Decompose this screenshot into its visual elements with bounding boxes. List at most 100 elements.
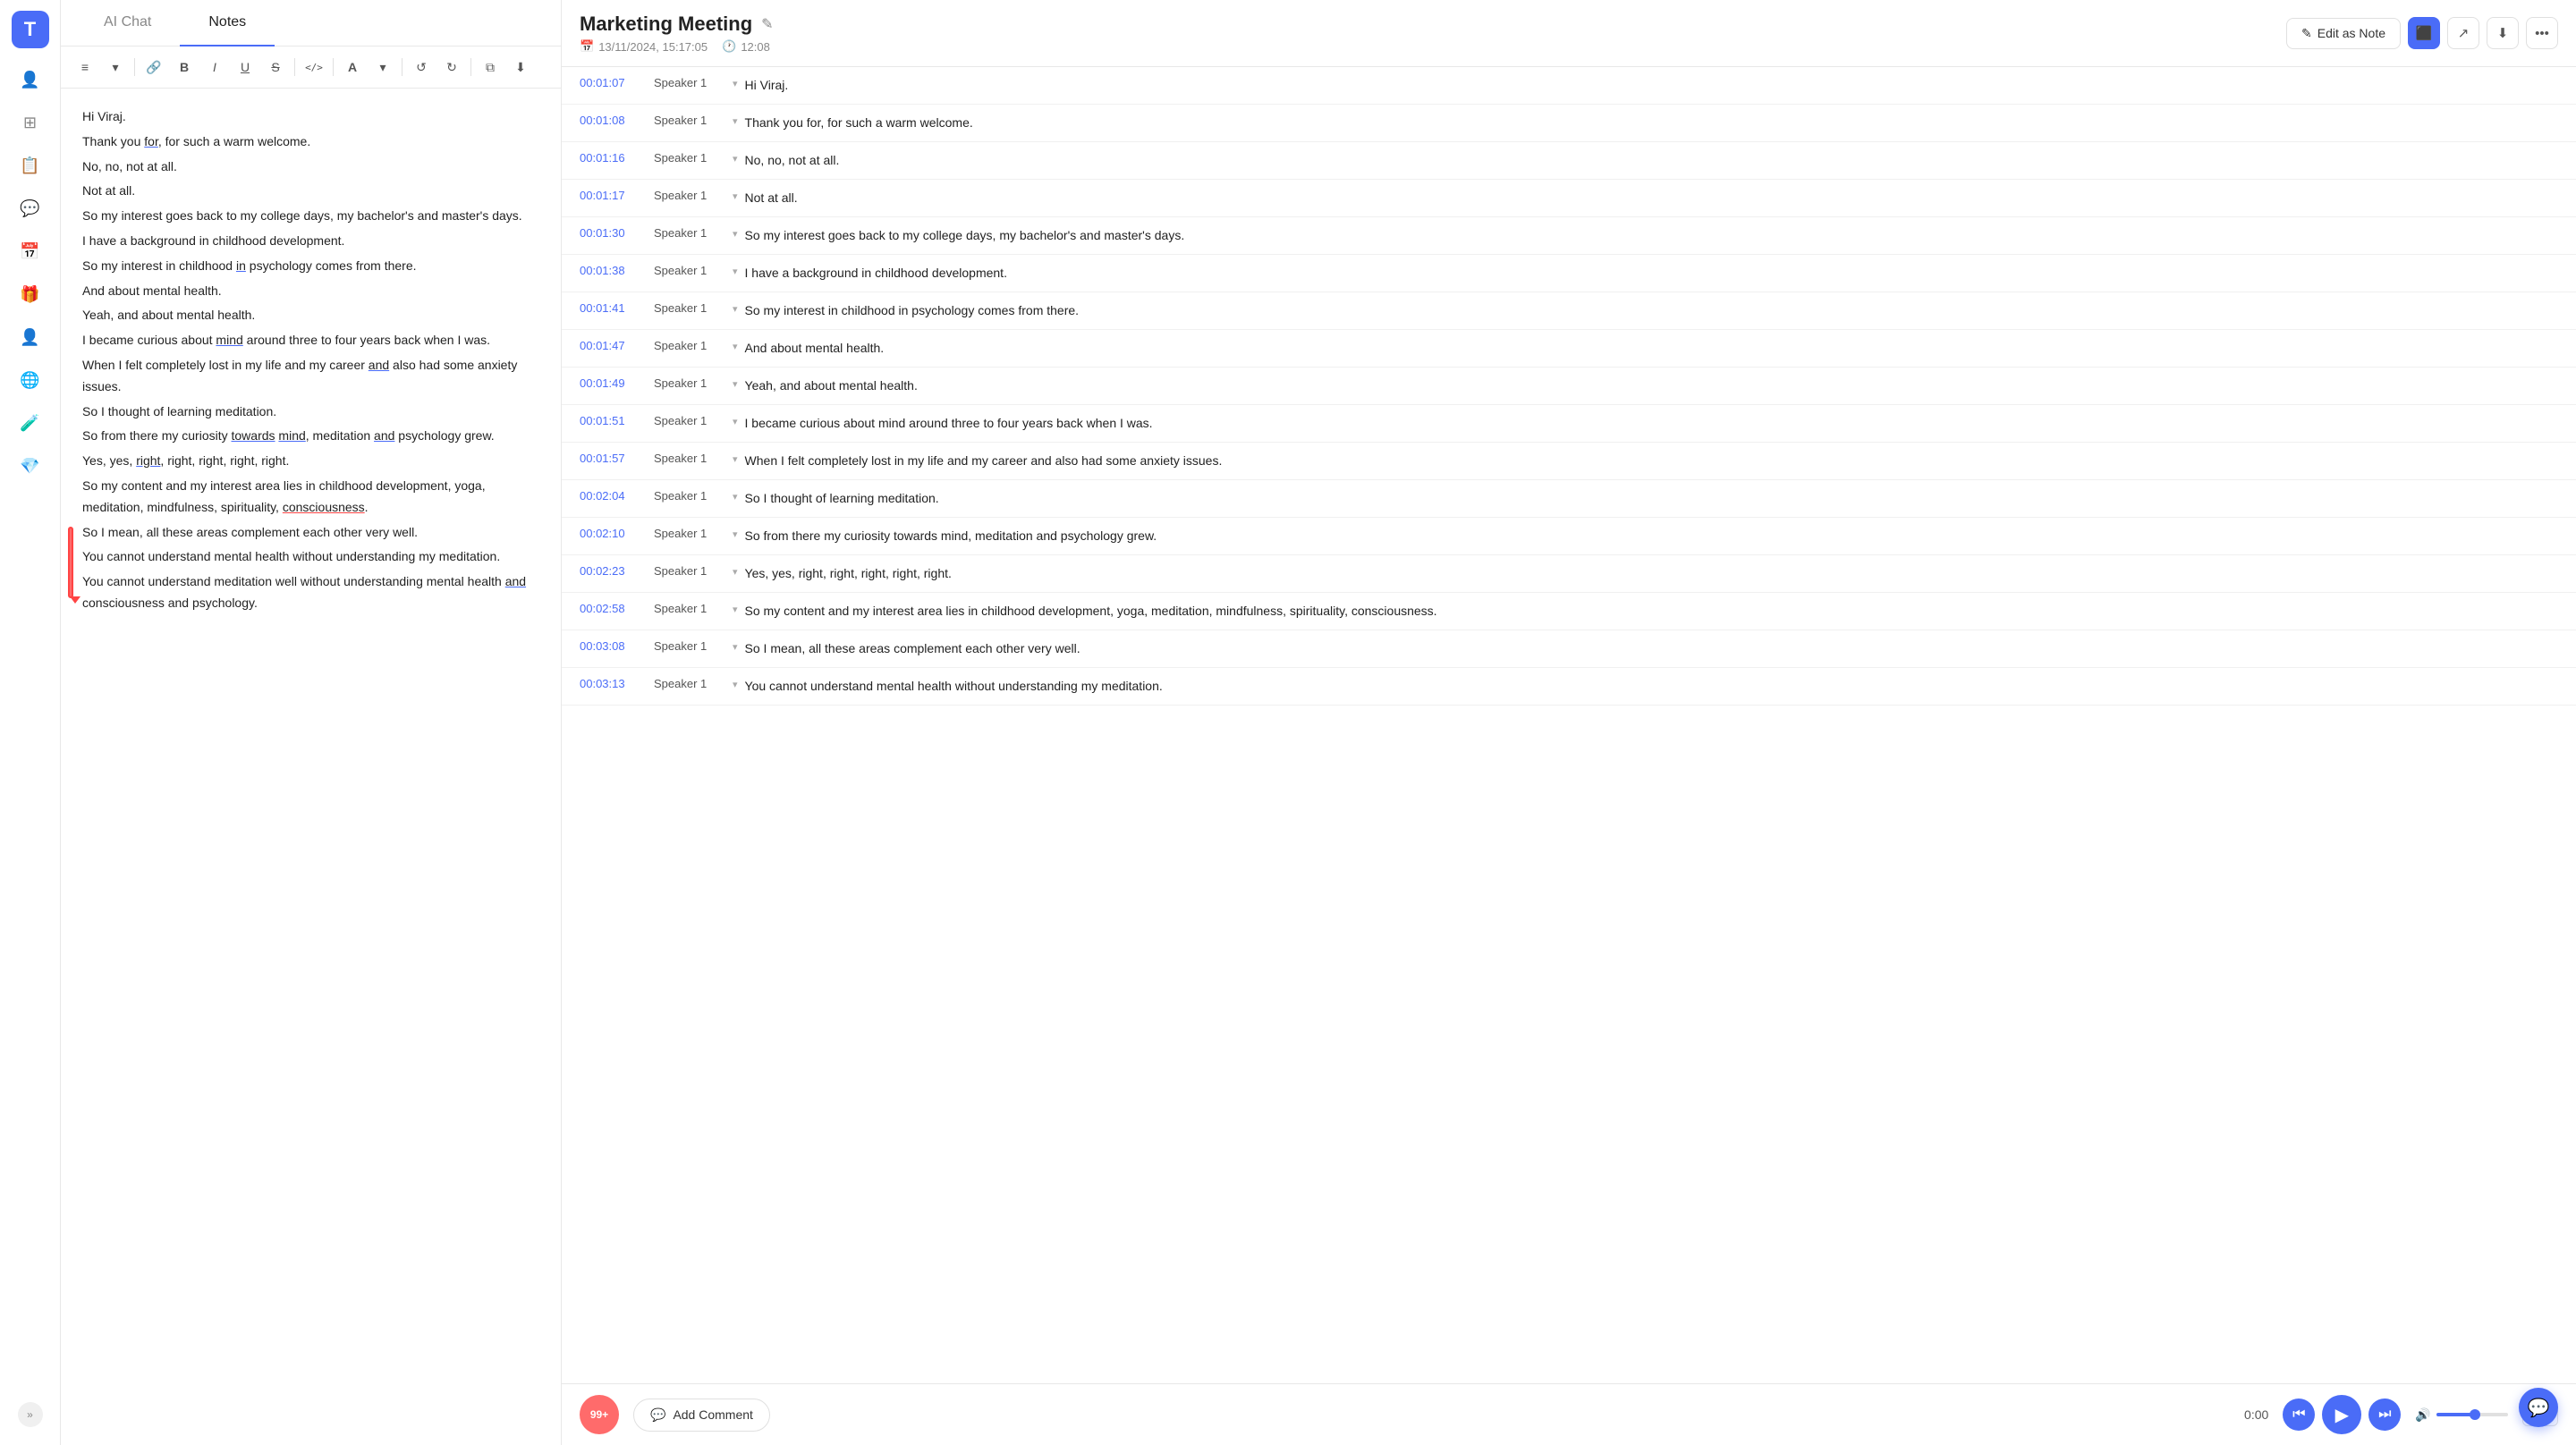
- edit-as-note-button[interactable]: ✎ Edit as Note: [2286, 18, 2401, 49]
- rewind-button[interactable]: ⏮: [2283, 1399, 2315, 1431]
- sidebar-item-calendar[interactable]: 📅: [12, 232, 49, 270]
- text-color-button[interactable]: A: [339, 54, 366, 80]
- transcript-time[interactable]: 00:03:08: [580, 639, 647, 653]
- redo-button[interactable]: ↻: [438, 54, 465, 80]
- fast-forward-button[interactable]: ⏭: [2368, 1399, 2401, 1431]
- transcript-row[interactable]: 00:01:17 Speaker 1 ▾ Not at all.: [562, 180, 2576, 217]
- sidebar-item-gift[interactable]: 🎁: [12, 275, 49, 313]
- transcript-row[interactable]: 00:01:07 Speaker 1 ▾ Hi Viraj.: [562, 67, 2576, 105]
- link-button[interactable]: 🔗: [140, 54, 167, 80]
- notes-editor[interactable]: Hi Viraj. Thank you for, for such a warm…: [61, 89, 561, 1445]
- transcript-time[interactable]: 00:02:10: [580, 527, 647, 540]
- sidebar-item-chat[interactable]: 💬: [12, 190, 49, 227]
- play-button[interactable]: ▶: [2322, 1395, 2361, 1434]
- transcript-row[interactable]: 00:01:38 Speaker 1 ▾ I have a background…: [562, 255, 2576, 292]
- editor-line-2: Thank you for, for such a warm welcome.: [82, 131, 539, 153]
- sidebar-item-lab[interactable]: 🧪: [12, 404, 49, 442]
- app-logo[interactable]: T: [12, 11, 49, 48]
- transcript-time[interactable]: 00:02:23: [580, 564, 647, 578]
- transcript-row[interactable]: 00:01:08 Speaker 1 ▾ Thank you for, for …: [562, 105, 2576, 142]
- transcript-speaker: Speaker 1: [654, 339, 725, 352]
- transcript-row[interactable]: 00:01:49 Speaker 1 ▾ Yeah, and about men…: [562, 368, 2576, 405]
- sidebar-item-grid[interactable]: ⊞: [12, 104, 49, 141]
- volume-track[interactable]: [2436, 1413, 2508, 1416]
- transcript-row[interactable]: 00:01:16 Speaker 1 ▾ No, no, not at all.: [562, 142, 2576, 180]
- tab-notes[interactable]: Notes: [180, 0, 275, 46]
- transcript-time[interactable]: 00:03:13: [580, 677, 647, 690]
- sidebar-item-document[interactable]: 📋: [12, 147, 49, 184]
- sidebar-item-users[interactable]: 👤: [12, 61, 49, 98]
- right-panel: Marketing Meeting ✎ 📅 13/11/2024, 15:17:…: [562, 0, 2576, 1445]
- calendar-meta-icon: 📅: [580, 39, 594, 54]
- editor-line-13: So from there my curiosity towards mind,…: [82, 426, 539, 447]
- transcript-row[interactable]: 00:02:58 Speaker 1 ▾ So my content and m…: [562, 593, 2576, 630]
- export-icon: ⬇: [515, 60, 526, 75]
- transcript-row[interactable]: 00:01:47 Speaker 1 ▾ And about mental he…: [562, 330, 2576, 368]
- transcript-row[interactable]: 00:01:51 Speaker 1 ▾ I became curious ab…: [562, 405, 2576, 443]
- play-icon: ▶: [2335, 1404, 2349, 1426]
- transcript-row[interactable]: 00:02:10 Speaker 1 ▾ So from there my cu…: [562, 518, 2576, 555]
- chevron-icon: ▾: [733, 341, 738, 352]
- transcript-row[interactable]: 00:01:57 Speaker 1 ▾ When I felt complet…: [562, 443, 2576, 480]
- align-dropdown-button[interactable]: ▾: [102, 54, 129, 80]
- chat-bubble-button[interactable]: 💬: [2519, 1388, 2558, 1427]
- editor-line-5: So my interest goes back to my college d…: [82, 206, 539, 227]
- transcript-time[interactable]: 00:02:58: [580, 602, 647, 615]
- transcript-row[interactable]: 00:01:41 Speaker 1 ▾ So my interest in c…: [562, 292, 2576, 330]
- code-button[interactable]: </>: [301, 54, 327, 80]
- align-button[interactable]: ≡: [72, 54, 98, 80]
- sidebar-item-user[interactable]: 👤: [12, 318, 49, 356]
- transcript-time[interactable]: 00:01:51: [580, 414, 647, 427]
- sidebar-item-translate[interactable]: 🌐: [12, 361, 49, 399]
- sidebar: T 👤 ⊞ 📋 💬 📅 🎁 👤 🌐 🧪 💎 »: [0, 0, 61, 1445]
- edit-title-icon[interactable]: ✎: [761, 15, 773, 33]
- tab-ai-chat[interactable]: AI Chat: [75, 0, 180, 46]
- transcript-list: 00:01:07 Speaker 1 ▾ Hi Viraj. 00:01:08 …: [562, 67, 2576, 1383]
- save-icon: ⬛: [2416, 25, 2433, 41]
- transcript-time[interactable]: 00:01:17: [580, 189, 647, 202]
- right-header: Marketing Meeting ✎ 📅 13/11/2024, 15:17:…: [562, 0, 2576, 67]
- strikethrough-button[interactable]: S: [262, 54, 289, 80]
- transcript-time[interactable]: 00:01:08: [580, 114, 647, 127]
- export-button[interactable]: ⬇: [507, 54, 534, 80]
- italic-button[interactable]: I: [201, 54, 228, 80]
- download-button[interactable]: ⬇: [2487, 17, 2519, 49]
- sidebar-item-diamond[interactable]: 💎: [12, 447, 49, 485]
- save-button[interactable]: ⬛: [2408, 17, 2440, 49]
- transcript-time[interactable]: 00:01:38: [580, 264, 647, 277]
- underline-button[interactable]: U: [232, 54, 258, 80]
- text-color-dropdown[interactable]: ▾: [369, 54, 396, 80]
- editor-line-11: When I felt completely lost in my life a…: [82, 355, 539, 398]
- transcript-row[interactable]: 00:03:13 Speaker 1 ▾ You cannot understa…: [562, 668, 2576, 706]
- add-comment-button[interactable]: 💬 Add Comment: [633, 1399, 770, 1432]
- volume-thumb[interactable]: [2470, 1409, 2480, 1420]
- volume-control: 🔊: [2415, 1407, 2507, 1423]
- transcript-row[interactable]: 00:03:08 Speaker 1 ▾ So I mean, all thes…: [562, 630, 2576, 668]
- sidebar-collapse-button[interactable]: »: [18, 1402, 43, 1427]
- transcript-row[interactable]: 00:02:23 Speaker 1 ▾ Yes, yes, right, ri…: [562, 555, 2576, 593]
- transcript-time[interactable]: 00:01:41: [580, 301, 647, 315]
- chevron-icon: ▾: [733, 303, 738, 315]
- transcript-time[interactable]: 00:01:49: [580, 376, 647, 390]
- transcript-row[interactable]: 00:01:30 Speaker 1 ▾ So my interest goes…: [562, 217, 2576, 255]
- editor-line-4: Not at all.: [82, 181, 539, 202]
- transcript-text: So my interest in childhood in psycholog…: [745, 301, 2558, 320]
- edit-note-icon: ✎: [2301, 26, 2312, 41]
- meeting-date: 📅 13/11/2024, 15:17:05: [580, 39, 708, 54]
- transcript-speaker: Speaker 1: [654, 527, 725, 540]
- transcript-time[interactable]: 00:01:47: [580, 339, 647, 352]
- comment-badge[interactable]: 99+: [580, 1395, 619, 1434]
- bold-button[interactable]: B: [171, 54, 198, 80]
- transcript-time[interactable]: 00:01:16: [580, 151, 647, 165]
- transcript-time[interactable]: 00:01:30: [580, 226, 647, 240]
- transcript-text: I have a background in childhood develop…: [745, 264, 2558, 283]
- transcript-time[interactable]: 00:01:07: [580, 76, 647, 89]
- more-button[interactable]: •••: [2526, 17, 2558, 49]
- share-button[interactable]: ↗: [2447, 17, 2479, 49]
- chevron-icon: ▾: [733, 153, 738, 165]
- transcript-row[interactable]: 00:02:04 Speaker 1 ▾ So I thought of lea…: [562, 480, 2576, 518]
- undo-button[interactable]: ↺: [408, 54, 435, 80]
- copy-button[interactable]: ⧉: [477, 54, 504, 80]
- transcript-time[interactable]: 00:02:04: [580, 489, 647, 503]
- transcript-time[interactable]: 00:01:57: [580, 452, 647, 465]
